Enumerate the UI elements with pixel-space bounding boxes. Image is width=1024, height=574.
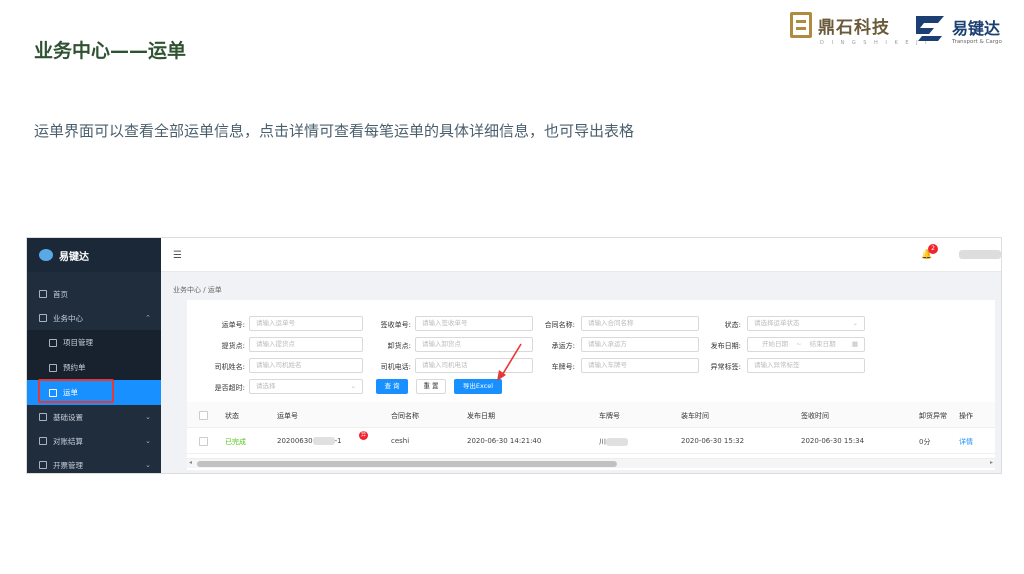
waybill-no-cell: 20200630 -1 [277,437,342,445]
horizontal-scrollbar[interactable]: ◂ ▸ [187,458,995,468]
abnormal-badge: 异 [359,431,368,440]
column-header: 签收时间 [801,412,829,420]
publish-date-cell: 2020-06-30 14:21:40 [467,437,542,445]
briefcase-icon [39,314,47,322]
dingshi-logo-text: 鼎石科技 [818,17,890,38]
yijianda-logo-text: 易键达 [952,19,1001,38]
gear-icon [39,413,47,421]
dingshi-logo: 鼎石科技 D I N G S H I K E J I [790,12,927,46]
sidebar-item-home[interactable]: 首页 [27,282,161,306]
status-cell: 已完成 [225,438,246,446]
app-logo-icon [39,249,53,261]
scroll-left-icon[interactable]: ◂ [189,459,192,466]
sidebar-item-label: 预约单 [63,363,86,372]
waybill-prefix: 20200630 [277,437,313,445]
load-time-cell: 2020-06-30 15:32 [681,437,745,445]
plate-prefix: 川 [599,438,606,446]
column-header: 状态 [225,412,239,420]
app-brand: 易键达 [59,251,89,263]
sidebar: 易键达 首页 业务中心 ⌃ 项目管理 预约单 运单 基础设置 ⌄ 对账结算 ⌄ … [27,238,161,473]
breadcrumb: 业务中心 / 运单 [173,286,222,294]
sidebar-item-settings[interactable]: 基础设置 ⌄ [27,405,161,429]
contract-cell: ceshi [391,437,410,445]
column-header: 车牌号 [599,412,620,420]
table-row: 已完成 20200630 -1 异 ceshi 2020-06-30 14:21:… [187,428,995,454]
calendar-icon [49,338,57,347]
sidebar-item-label: 对账结算 [53,436,83,446]
main-content: ☰ 🔔 2 业务中心 / 运单 运单号: 请输入运单号 签收单号: 请输入签收单… [161,238,1001,473]
annotation-highlight-box [38,379,114,403]
settlement-icon [39,437,47,445]
sidebar-item-label: 基础设置 [53,412,83,422]
sidebar-item-label: 项目管理 [63,338,93,347]
sidebar-item-label: 首页 [53,289,68,299]
scrollbar-thumb[interactable] [197,461,617,467]
sidebar-item-label: 业务中心 [53,313,83,323]
column-header: 合同名称 [391,412,419,420]
column-header: 卸货异常 [919,412,947,420]
waybill-suffix: -1 [334,437,342,445]
invoice-icon [39,461,47,469]
plate-cell: 川 [599,437,628,447]
sidebar-item-business[interactable]: 业务中心 ⌃ [27,306,161,330]
chevron-down-icon: ⌄ [145,461,151,469]
yijianda-logo: 易键达 Transport & Cargo [912,12,1002,45]
chevron-down-icon: ⌄ [145,437,151,445]
table-header: 状态 运单号 合同名称 发布日期 车牌号 装车时间 签收时间 卸货异常 操作 [187,402,995,428]
notification-badge: 2 [928,244,938,254]
home-icon [39,290,47,298]
sidebar-item-reservation[interactable]: 预约单 [27,355,161,380]
sidebar-item-project[interactable]: 项目管理 [27,330,161,355]
column-header: 操作 [959,412,973,420]
column-header: 运单号 [277,412,298,420]
calendar-icon [49,363,57,372]
sidebar-item-label: 开票管理 [53,460,83,470]
detail-link[interactable]: 详情 [959,437,973,447]
sign-time-cell: 2020-06-30 15:34 [801,437,865,445]
scroll-right-icon[interactable]: ▸ [990,459,993,466]
column-header: 装车时间 [681,412,709,420]
column-header: 发布日期 [467,412,495,420]
slide-title: 业务中心——运单 [34,40,187,62]
chevron-down-icon: ⌄ [145,413,151,421]
chevron-up-icon: ⌃ [145,314,151,322]
sidebar-item-invoice[interactable]: 开票管理 ⌄ [27,453,161,473]
abnormal-cell: 0分 [919,438,931,446]
select-all-checkbox[interactable] [199,411,208,420]
sidebar-item-settlement[interactable]: 对账结算 ⌄ [27,429,161,453]
yijianda-logo-mark [916,16,944,41]
yijianda-logo-sub: Transport & Cargo [952,39,1002,45]
dingshi-logo-mark [790,12,812,38]
redacted-block [606,438,628,446]
sidebar-header[interactable]: 易键达 [27,238,161,272]
app-screenshot: 易键达 首页 业务中心 ⌃ 项目管理 预约单 运单 基础设置 ⌄ 对账结算 ⌄ … [26,237,1002,474]
topbar: ☰ 🔔 2 [161,238,1001,272]
user-menu[interactable] [959,250,1001,259]
redacted-block [312,437,335,445]
waybill-panel: 运单号: 请输入运单号 签收单号: 请输入签收单号 合同名称: 请输入合同名称 … [187,300,995,470]
menu-toggle-icon[interactable]: ☰ [173,250,182,261]
slide-description: 运单界面可以查看全部运单信息，点击详情可查看每笔运单的具体详细信息，也可导出表格 [34,122,635,140]
row-checkbox[interactable] [199,437,208,446]
